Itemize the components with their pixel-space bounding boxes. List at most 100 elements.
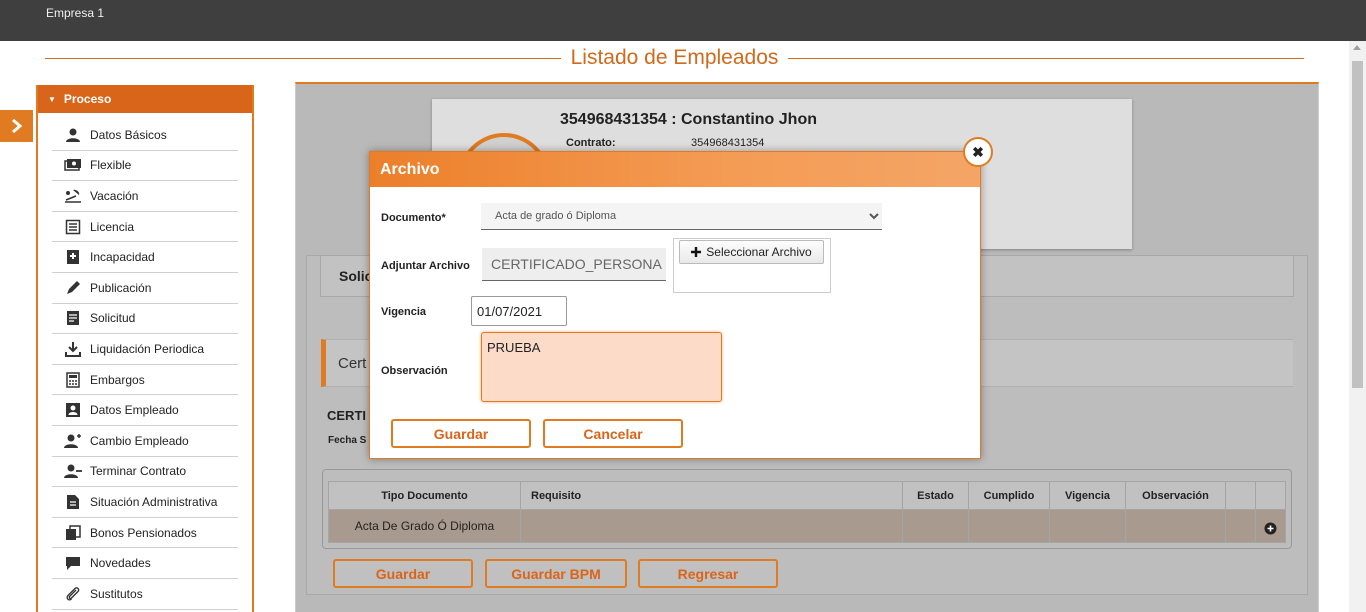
certificate-label: CERTI xyxy=(327,408,366,423)
table-cell xyxy=(1225,509,1256,543)
certificate-bar-title: Cert xyxy=(338,355,367,372)
employee-title: 354968431354 : Constantino Jhon xyxy=(560,111,817,128)
table-row[interactable]: Acta De Grado Ó Diploma xyxy=(328,509,1286,543)
sidebar-item-label: Datos Básicos xyxy=(90,127,167,142)
scroll-up-arrow-icon[interactable] xyxy=(1353,45,1361,50)
comment-icon xyxy=(64,554,82,572)
sidebar-toggle-button[interactable] xyxy=(0,110,33,142)
pen-icon xyxy=(64,279,82,297)
table-cell xyxy=(520,509,903,543)
guardar-bpm-button[interactable]: Guardar BPM xyxy=(485,559,627,588)
column-header: Estado xyxy=(902,481,969,510)
guardar-button[interactable]: Guardar xyxy=(333,559,473,588)
column-header: Cumplido xyxy=(968,481,1050,510)
close-icon: ✖ xyxy=(972,143,984,160)
modal-guardar-button[interactable]: Guardar xyxy=(391,419,531,448)
page-title: Listado de Empleados xyxy=(560,46,789,70)
page-scrollbar[interactable] xyxy=(1349,41,1366,612)
sidebar-item-label: Datos Empleado xyxy=(90,403,179,418)
user-icon xyxy=(64,126,82,144)
sidebar-item-flexible[interactable]: Flexible xyxy=(52,151,238,182)
plus-icon xyxy=(691,247,702,257)
column-header: Observación xyxy=(1125,481,1226,510)
sidebar-menu: Datos Básicos Flexible Vacación Licencia… xyxy=(52,120,238,610)
copy-icon xyxy=(64,524,82,542)
table-cell xyxy=(1125,509,1226,543)
caret-down-icon: ▼ xyxy=(48,94,56,104)
contract-value: 354968431354 xyxy=(691,137,765,149)
sidebar: ▼ Proceso Datos Básicos Flexible Vacació… xyxy=(36,85,254,612)
table-header-row: Tipo Documento Requisito Estado Cumplido… xyxy=(328,481,1286,510)
sidebar-item-label: Terminar Contrato xyxy=(90,464,187,479)
select-file-button[interactable]: Seleccionar Archivo xyxy=(679,240,824,264)
table-cell xyxy=(1049,509,1126,543)
document-icon xyxy=(64,309,82,327)
sidebar-item-cambio-empleado[interactable]: Cambio Empleado xyxy=(52,426,238,457)
sidebar-item-bonos-pensionados[interactable]: Bonos Pensionados xyxy=(52,518,238,549)
top-bar: Empresa 1 xyxy=(0,0,1366,41)
fecha-label: Fecha S xyxy=(328,435,367,446)
table-cell xyxy=(902,509,969,543)
money-icon xyxy=(64,156,82,174)
sidebar-item-licencia[interactable]: Licencia xyxy=(52,212,238,243)
modal-cancelar-button[interactable]: Cancelar xyxy=(543,419,683,448)
sidebar-item-datos-empleado[interactable]: Datos Empleado xyxy=(52,395,238,426)
vigencia-input[interactable] xyxy=(471,296,567,326)
sidebar-item-label: Bonos Pensionados xyxy=(90,525,197,540)
sidebar-item-solicitud[interactable]: Solicitud xyxy=(52,304,238,335)
adjuntar-label: Adjuntar Archivo xyxy=(381,260,470,272)
attached-file-name[interactable]: CERTIFICADO_PERSONA xyxy=(482,248,666,281)
scroll-thumb[interactable] xyxy=(1352,61,1363,388)
sidebar-item-label: Incapacidad xyxy=(90,250,155,265)
documento-label: Documento* xyxy=(381,212,446,224)
sidebar-item-liquidacion-periodica[interactable]: Liquidación Periodica xyxy=(52,334,238,365)
sidebar-item-vacacion[interactable]: Vacación xyxy=(52,181,238,212)
sidebar-item-publicacion[interactable]: Publicación xyxy=(52,273,238,304)
list-icon xyxy=(64,218,82,236)
sidebar-section-label: Proceso xyxy=(63,92,112,106)
sidebar-item-incapacidad[interactable]: Incapacidad xyxy=(52,242,238,273)
observacion-label: Observación xyxy=(381,365,448,377)
sidebar-item-label: Embargos xyxy=(90,372,145,387)
observacion-textarea[interactable]: PRUEBA xyxy=(481,332,722,402)
close-modal-button[interactable]: ✖ xyxy=(963,137,993,167)
medical-icon xyxy=(64,248,82,266)
user-edit-icon xyxy=(64,432,82,450)
regresar-button[interactable]: Regresar xyxy=(638,559,778,588)
sidebar-item-terminar-contrato[interactable]: Terminar Contrato xyxy=(52,457,238,488)
sidebar-item-label: Licencia xyxy=(90,219,135,234)
modal-title: Archivo xyxy=(380,160,440,178)
company-name[interactable]: Empresa 1 xyxy=(46,6,104,20)
table-cell xyxy=(968,509,1050,543)
sidebar-item-label: Novedades xyxy=(90,556,151,571)
modal-header: Archivo xyxy=(370,152,980,187)
table-cell xyxy=(1255,509,1286,543)
id-card-icon xyxy=(64,401,82,419)
sidebar-item-label: Cambio Empleado xyxy=(90,433,189,448)
column-header xyxy=(1255,481,1286,510)
sidebar-item-novedades[interactable]: Novedades xyxy=(52,548,238,579)
sidebar-item-situacion-administrativa[interactable]: Situación Administrativa xyxy=(52,487,238,518)
add-circle-icon[interactable] xyxy=(1264,522,1277,535)
archivo-modal: Archivo Documento* Acta de grado ó Diplo… xyxy=(369,151,981,459)
sidebar-item-label: Flexible xyxy=(90,158,132,173)
table-cell: Acta De Grado Ó Diploma xyxy=(328,509,521,543)
sidebar-item-label: Liquidación Periodica xyxy=(90,341,205,356)
contract-label: Contrato: xyxy=(566,137,616,149)
sidebar-section-header[interactable]: ▼ Proceso xyxy=(38,85,252,113)
sidebar-item-sustitutos[interactable]: Sustitutos xyxy=(52,579,238,610)
user-remove-icon xyxy=(64,462,82,480)
select-file-label: Seleccionar Archivo xyxy=(706,245,812,259)
sidebar-item-datos-basicos[interactable]: Datos Básicos xyxy=(52,120,238,151)
calculator-icon xyxy=(64,371,82,389)
sidebar-item-embargos[interactable]: Embargos xyxy=(52,365,238,396)
download-icon xyxy=(64,340,82,358)
page-header: Listado de Empleados xyxy=(45,44,1304,72)
chevron-right-icon xyxy=(11,118,22,134)
sidebar-item-label: Situación Administrativa xyxy=(90,494,218,509)
vigencia-label: Vigencia xyxy=(381,306,427,318)
column-header: Requisito xyxy=(520,481,903,510)
beach-icon xyxy=(64,187,82,205)
documento-select[interactable]: Acta de grado ó Diploma xyxy=(481,203,882,230)
column-header: Tipo Documento xyxy=(328,481,521,510)
